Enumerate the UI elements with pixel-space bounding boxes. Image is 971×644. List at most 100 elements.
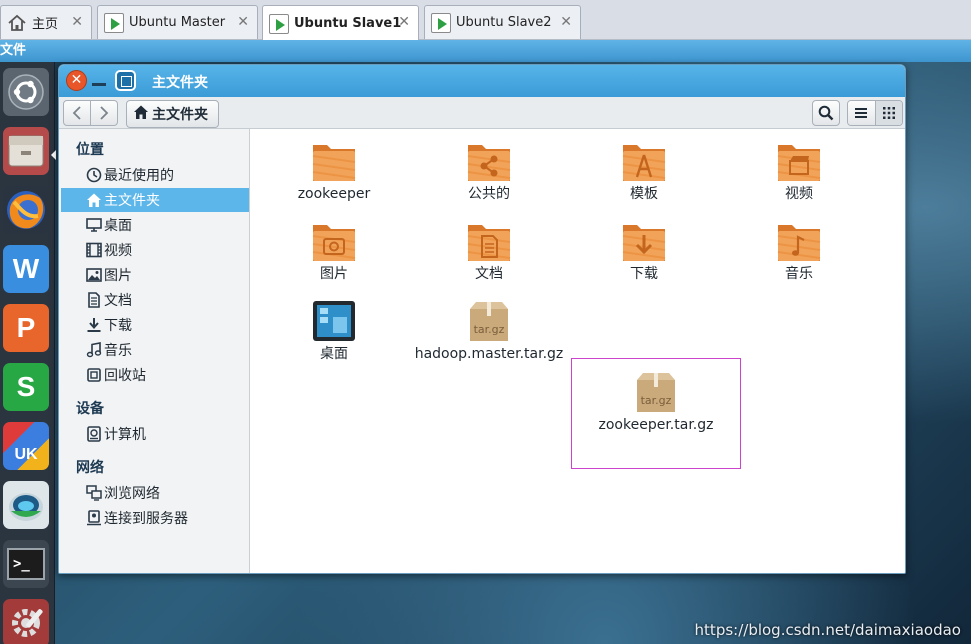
section-heading-devices: 设备	[76, 401, 104, 417]
minimize-window-button[interactable]	[92, 83, 106, 86]
drive-icon	[85, 426, 102, 443]
sidebar-item-music[interactable]: 音乐	[61, 338, 249, 362]
host-tab-bar: 主页 ✕ Ubuntu Master ✕ Ubuntu Slave1 ✕ Ubu…	[0, 0, 971, 41]
file-item-zookeeper[interactable]: zookeeper	[259, 139, 409, 203]
list-view-button[interactable]	[848, 101, 875, 125]
section-heading-places: 位置	[76, 142, 104, 158]
window-title: 主文件夹	[152, 75, 208, 91]
file-grid: zookeeper 公共的 模板 视频 图片 文档 下载 音乐 桌面 tar.g…	[251, 129, 905, 573]
sidebar-item-connect-server[interactable]: 连接到服务器	[61, 506, 249, 530]
ubuntu-dash-icon[interactable]	[3, 68, 49, 116]
svg-text:tar.gz: tar.gz	[474, 323, 505, 336]
folder-icon	[312, 145, 356, 181]
window-titlebar[interactable]: ✕ 主文件夹	[59, 65, 905, 97]
view-mode-toggle	[847, 100, 903, 126]
sidebar-item-label: 桌面	[104, 218, 132, 234]
file-item-public[interactable]: 公共的	[414, 139, 564, 203]
search-button[interactable]	[812, 100, 840, 126]
active-indicator	[51, 150, 56, 160]
kylin-assistant-icon[interactable]	[3, 481, 49, 529]
home-icon	[7, 13, 27, 33]
breadcrumb-home[interactable]: 主文件夹	[126, 100, 219, 128]
file-item-pictures[interactable]: 图片	[259, 219, 409, 283]
vm-play-icon	[431, 12, 451, 33]
places-sidebar: 位置 最近使用的 主文件夹 桌面 视频 图片 文档 下载 音乐 回收站 设备 计…	[59, 129, 250, 573]
system-settings-icon[interactable]	[3, 599, 49, 644]
music-icon	[85, 342, 102, 359]
wps-writer-icon[interactable]: W	[3, 245, 49, 293]
vm-play-icon	[104, 12, 124, 33]
sidebar-item-label: 文档	[104, 293, 132, 309]
sidebar-item-label: 连接到服务器	[104, 511, 188, 527]
grid-icon	[882, 107, 895, 119]
tab-label: Ubuntu Master	[129, 15, 226, 30]
file-item-hadoop-archive[interactable]: tar.gz hadoop.master.tar.gz	[414, 299, 564, 363]
sidebar-item-home[interactable]: 主文件夹	[61, 188, 249, 212]
sidebar-item-recent[interactable]: 最近使用的	[61, 163, 249, 187]
toolbar: 主文件夹	[59, 97, 905, 129]
image-icon	[85, 267, 102, 284]
home-icon	[133, 104, 149, 124]
breadcrumb-label: 主文件夹	[152, 107, 208, 123]
terminal-icon[interactable]: >_	[3, 540, 49, 588]
sidebar-item-label: 图片	[104, 268, 132, 284]
tab-label: 主页	[32, 17, 59, 32]
file-manager-icon[interactable]	[3, 127, 49, 175]
list-icon	[855, 108, 868, 118]
sidebar-item-trash[interactable]: 回收站	[61, 363, 249, 387]
desktop-folder-icon	[313, 301, 355, 341]
tab-ubuntu-master[interactable]: Ubuntu Master ✕	[97, 5, 258, 39]
file-manager-window: ✕ 主文件夹 主文件夹 位置 最近使用的 主文件夹 桌面 视频 图片 文档 下载…	[58, 64, 906, 574]
chevron-left-icon	[72, 106, 81, 120]
folder-music-icon	[777, 225, 821, 261]
vm-play-icon	[269, 13, 289, 34]
wps-spreadsheet-icon[interactable]: S	[3, 363, 49, 411]
tab-label: Ubuntu Slave2	[456, 15, 552, 30]
sidebar-item-computer[interactable]: 计算机	[61, 422, 249, 446]
tab-ubuntu-slave2[interactable]: Ubuntu Slave2 ✕	[424, 5, 581, 39]
menu-file[interactable]: 文件	[0, 43, 26, 58]
archive-icon: tar.gz	[637, 373, 675, 412]
watermark-text: https://blog.csdn.net/daimaxiaodao	[694, 621, 961, 639]
sidebar-item-downloads[interactable]: 下载	[61, 313, 249, 337]
maximize-window-button[interactable]	[115, 70, 136, 91]
sidebar-item-label: 音乐	[104, 343, 132, 359]
forward-button[interactable]	[90, 101, 117, 125]
sidebar-item-pictures[interactable]: 图片	[61, 263, 249, 287]
sidebar-item-desktop[interactable]: 桌面	[61, 213, 249, 237]
tab-ubuntu-slave1[interactable]: Ubuntu Slave1 ✕	[262, 5, 419, 41]
sidebar-item-label: 下载	[104, 318, 132, 334]
search-icon	[818, 105, 834, 121]
sidebar-item-label: 主文件夹	[104, 193, 160, 209]
tab-home[interactable]: 主页 ✕	[0, 5, 92, 39]
sidebar-item-videos[interactable]: 视频	[61, 238, 249, 262]
home-icon	[85, 192, 102, 209]
file-item-music[interactable]: 音乐	[724, 219, 874, 283]
file-item-zookeeper-archive[interactable]: tar.gz zookeeper.tar.gz	[571, 358, 741, 469]
grid-view-button[interactable]	[874, 101, 902, 125]
guest-menu-bar: 文件	[0, 40, 971, 62]
close-window-button[interactable]: ✕	[66, 70, 87, 91]
folder-documents-icon	[467, 225, 511, 261]
svg-text:tar.gz: tar.gz	[641, 394, 672, 407]
firefox-icon[interactable]	[3, 186, 49, 234]
tab-label: Ubuntu Slave1	[294, 16, 402, 31]
close-icon[interactable]: ✕	[560, 14, 572, 30]
wps-presentation-icon[interactable]: P	[3, 304, 49, 352]
sidebar-item-label: 浏览网络	[104, 486, 160, 502]
sidebar-item-documents[interactable]: 文档	[61, 288, 249, 312]
close-icon[interactable]: ✕	[237, 14, 249, 30]
file-item-videos[interactable]: 视频	[724, 139, 874, 203]
sidebar-item-browse-network[interactable]: 浏览网络	[61, 481, 249, 505]
folder-pictures-icon	[312, 225, 356, 261]
close-icon[interactable]: ✕	[71, 14, 83, 30]
network-icon	[85, 485, 102, 502]
file-item-templates[interactable]: 模板	[569, 139, 719, 203]
back-button[interactable]	[64, 101, 90, 125]
file-item-documents[interactable]: 文档	[414, 219, 564, 283]
nav-buttons	[63, 100, 118, 126]
file-item-desktop[interactable]: 桌面	[259, 299, 409, 363]
ubuntu-kylin-software-icon[interactable]: UK	[3, 422, 49, 470]
file-item-downloads[interactable]: 下载	[569, 219, 719, 283]
close-icon[interactable]: ✕	[398, 14, 410, 30]
